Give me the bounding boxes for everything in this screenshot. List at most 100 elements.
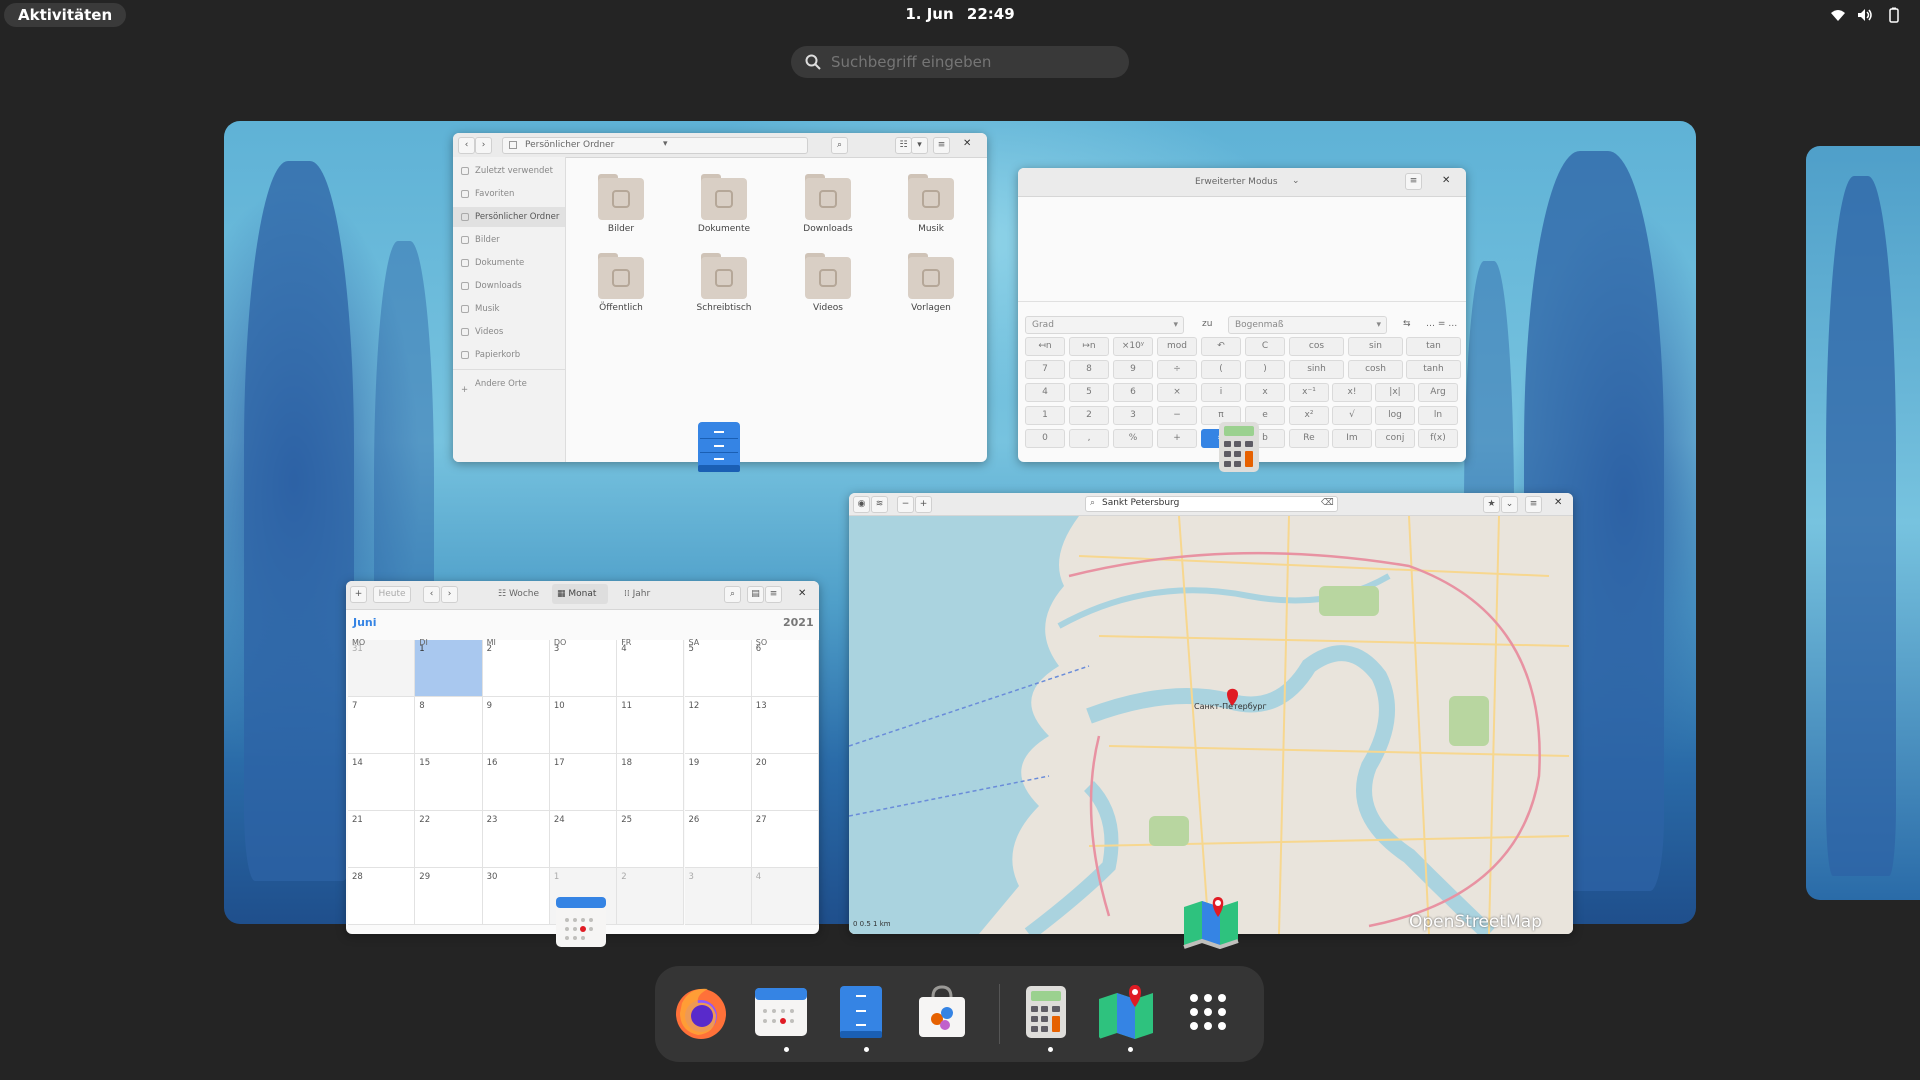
today-button[interactable]: Heute [373, 586, 411, 603]
menu-button[interactable]: ≡ [1525, 496, 1542, 513]
calc-key[interactable]: + [1157, 429, 1197, 448]
calendar-day-cell[interactable]: 4 [617, 640, 685, 697]
folder-pictures[interactable]: Bilder [582, 168, 652, 242]
calendar-day-cell[interactable]: 14 [348, 754, 416, 811]
mode-selector[interactable]: Erweiterter Modus [1195, 177, 1278, 187]
view-month-tab[interactable]: ▦ Monat [552, 584, 608, 604]
calc-key[interactable]: 3 [1113, 406, 1153, 425]
angle-unit-select[interactable]: Grad ▾ [1025, 316, 1184, 334]
calendar-day-cell[interactable]: 8 [415, 697, 483, 754]
calc-key[interactable]: log [1375, 406, 1415, 425]
calendar-day-cell[interactable]: 3 [684, 868, 752, 925]
forward-button[interactable]: › [475, 137, 492, 154]
calc-key[interactable]: C [1245, 337, 1285, 356]
calendar-day-cell[interactable]: 24 [549, 811, 618, 868]
calendar-day-cell[interactable]: 21 [348, 811, 416, 868]
calc-key[interactable]: Re [1289, 429, 1329, 448]
calc-key[interactable]: 5 [1069, 383, 1109, 402]
firefox-icon[interactable] [672, 983, 730, 1041]
folder-public[interactable]: Öffentlich [582, 247, 652, 321]
wifi-icon[interactable] [1830, 7, 1846, 23]
clock[interactable]: 1. Jun 22:49 [0, 5, 1920, 23]
volume-icon[interactable] [1857, 7, 1873, 23]
sidebar-item-other-locations[interactable]: + Andere Orte [453, 374, 565, 395]
software-icon[interactable] [913, 983, 971, 1041]
view-toggle-button[interactable]: ☷ [895, 137, 912, 154]
calc-key[interactable]: , [1069, 429, 1109, 448]
sidebar-item-videos[interactable]: Videos [453, 322, 565, 342]
menu-button[interactable]: ≡ [1405, 173, 1422, 190]
calc-key[interactable]: × [1157, 383, 1197, 402]
workspace-thumbnail-next[interactable] [1806, 146, 1920, 900]
route-button[interactable]: ⌄ [1501, 496, 1518, 513]
folder-downloads[interactable]: Downloads [789, 168, 859, 242]
calc-key[interactable]: ×10ʸ [1113, 337, 1153, 356]
back-button[interactable]: ‹ [458, 137, 475, 154]
sidebar-item-recent[interactable]: Zuletzt verwendet [453, 161, 565, 181]
favorites-button[interactable]: ★ [1483, 496, 1500, 513]
menu-button[interactable]: ≡ [765, 586, 782, 603]
calendar-day-cell[interactable]: 13 [751, 697, 819, 754]
app-grid-icon[interactable] [1179, 983, 1237, 1041]
calc-key[interactable]: x [1245, 383, 1285, 402]
previous-button[interactable]: ‹ [423, 586, 440, 603]
calc-key[interactable]: Arg [1418, 383, 1458, 402]
calendar-day-cell[interactable]: 25 [617, 811, 685, 868]
calc-key[interactable]: ( [1201, 360, 1241, 379]
battery-icon[interactable] [1886, 7, 1902, 23]
calc-key[interactable]: f(x) [1418, 429, 1458, 448]
calc-key[interactable]: mod [1157, 337, 1197, 356]
close-icon[interactable]: ✕ [963, 138, 971, 149]
view-week-tab[interactable]: ☷ Woche [498, 589, 539, 599]
calendar-day-cell[interactable]: 30 [482, 868, 550, 925]
calendar-dash-icon[interactable] [752, 983, 810, 1041]
calc-key[interactable]: 6 [1113, 383, 1153, 402]
calendar-day-cell[interactable]: 10 [549, 697, 618, 754]
calendar-day-cell[interactable]: 12 [684, 697, 752, 754]
files-window[interactable]: ‹ › Persönlicher Ordner ▾ ⌕ ☷ ▾ ≡ ✕ Zule… [453, 133, 987, 462]
calc-key[interactable]: 4 [1025, 383, 1065, 402]
calendar-day-cell[interactable]: 15 [415, 754, 483, 811]
sidebar-item-home[interactable]: Persönlicher Ordner [453, 207, 565, 227]
close-icon[interactable]: ✕ [1554, 497, 1562, 508]
calendar-day-cell[interactable]: 5 [684, 640, 752, 697]
overview-search[interactable] [791, 46, 1129, 78]
maps-window[interactable]: ◉ ≋ − + ⌕ Sankt Petersburg ⌫ ★ ⌄ ≡ ✕ Сан… [849, 493, 1573, 934]
calendar-day-cell[interactable]: 20 [751, 754, 819, 811]
calendar-day-cell[interactable]: 16 [482, 754, 550, 811]
calc-key[interactable]: cos [1289, 337, 1344, 356]
calculator-dash-icon[interactable] [1017, 983, 1075, 1041]
search-button[interactable]: ⌕ [724, 586, 741, 603]
maps-dash-icon[interactable] [1097, 983, 1155, 1041]
folder-documents[interactable]: Dokumente [685, 168, 755, 242]
calendar-day-cell[interactable]: 26 [684, 811, 752, 868]
calc-key[interactable]: ) [1245, 360, 1285, 379]
calendar-day-cell[interactable]: 11 [617, 697, 685, 754]
calc-key[interactable]: x² [1289, 406, 1329, 425]
calc-key[interactable]: Im [1332, 429, 1372, 448]
calc-key[interactable]: ↶ [1201, 337, 1241, 356]
folder-templates[interactable]: Vorlagen [892, 247, 962, 321]
maps-search-entry[interactable]: ⌕ Sankt Petersburg ⌫ [1085, 496, 1338, 512]
calendar-day-cell[interactable]: 2 [617, 868, 685, 925]
calc-key[interactable]: i [1201, 383, 1241, 402]
sidebar-item-music[interactable]: Musik [453, 299, 565, 319]
calc-key[interactable]: ↦n [1069, 337, 1109, 356]
calc-key[interactable]: √ [1332, 406, 1372, 425]
close-icon[interactable]: ✕ [1442, 175, 1450, 186]
calc-key[interactable]: 1 [1025, 406, 1065, 425]
calendar-day-cell[interactable]: 17 [549, 754, 618, 811]
sidebar-item-documents[interactable]: Dokumente [453, 253, 565, 273]
next-button[interactable]: › [441, 586, 458, 603]
calendar-day-cell[interactable]: 9 [482, 697, 550, 754]
sidebar-item-pictures[interactable]: Bilder [453, 230, 565, 250]
calendar-day-cell[interactable]: 27 [751, 811, 819, 868]
map-view[interactable]: Санкт-Петербург 0 0.5 1 km OpenStreetMap [849, 515, 1573, 934]
view-year-tab[interactable]: ⁞⁞ Jahr [624, 589, 650, 599]
calendar-day-cell[interactable]: 6 [751, 640, 819, 697]
calc-key[interactable]: 0 [1025, 429, 1065, 448]
calc-key[interactable]: x⁻¹ [1289, 383, 1329, 402]
calc-key[interactable]: |x| [1375, 383, 1415, 402]
files-dash-icon[interactable] [832, 983, 890, 1041]
calc-key[interactable]: ln [1418, 406, 1458, 425]
